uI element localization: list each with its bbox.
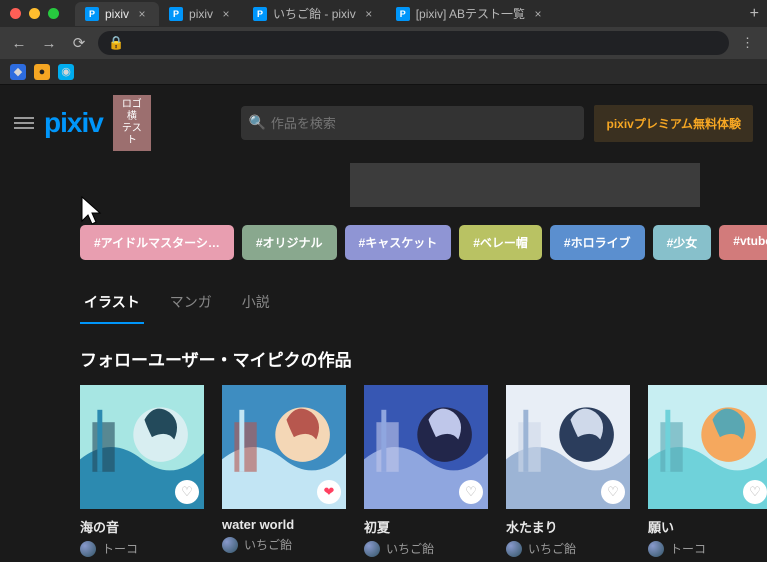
- tab-title: いちご飴 - pixiv: [273, 5, 356, 22]
- work-title[interactable]: 海の音: [80, 509, 204, 536]
- like-button[interactable]: ♡: [459, 480, 483, 504]
- content-tab[interactable]: マンガ: [166, 282, 216, 324]
- browser-chrome: Ppixiv × Ppixiv × P いちご飴 - pixiv × P [pixiv] ABテ…: [0, 0, 767, 85]
- close-tab-icon[interactable]: ×: [362, 7, 376, 21]
- maximize-window-icon[interactable]: [48, 8, 59, 19]
- content-tab[interactable]: イラスト: [80, 282, 144, 324]
- lock-icon: 🔒: [108, 35, 124, 51]
- hamburger-menu-button[interactable]: [14, 114, 34, 132]
- site-logo[interactable]: pixiv: [44, 107, 103, 139]
- favicon-icon: P: [169, 7, 183, 21]
- tag-pill[interactable]: #オリジナル: [242, 225, 337, 260]
- work-title[interactable]: water world: [222, 509, 346, 532]
- tab-title: pixiv: [105, 7, 129, 21]
- work-author[interactable]: トーコ: [648, 536, 767, 557]
- browser-tab[interactable]: Ppixiv ×: [75, 2, 159, 26]
- favicon-icon: P: [253, 7, 267, 21]
- work-thumbnail[interactable]: ❤: [222, 385, 346, 509]
- tag-pill[interactable]: #アイドルマスターシ…: [80, 225, 234, 260]
- like-button[interactable]: ♡: [601, 480, 625, 504]
- extension-icon[interactable]: ◉: [58, 64, 74, 80]
- work-card: ♡ 初夏 いちご飴: [364, 385, 488, 557]
- work-card: ♡ 海の音 トーコ: [80, 385, 204, 557]
- browser-tab[interactable]: P いちご飴 - pixiv ×: [243, 0, 386, 27]
- work-thumbnail[interactable]: ♡: [648, 385, 767, 509]
- work-author[interactable]: いちご飴: [222, 532, 346, 553]
- close-tab-icon[interactable]: ×: [219, 7, 233, 21]
- avatar-icon: [80, 541, 96, 557]
- browser-tab[interactable]: Ppixiv ×: [159, 2, 243, 26]
- tag-pill[interactable]: #vtuber: [719, 225, 767, 260]
- tab-title: pixiv: [189, 7, 213, 21]
- works-gallery: ♡ 海の音 トーコ ❤ water world いちご飴 ♡: [0, 385, 767, 557]
- work-title[interactable]: 初夏: [364, 509, 488, 536]
- tag-pill[interactable]: #キャスケット: [345, 225, 452, 260]
- close-tab-icon[interactable]: ×: [531, 7, 545, 21]
- like-button[interactable]: ❤: [317, 480, 341, 504]
- avatar-icon: [222, 537, 238, 553]
- browser-tab[interactable]: P [pixiv] ABテスト一覧 ×: [386, 0, 555, 27]
- toolbar: ← → ⟳ 🔒 ⋮: [0, 27, 767, 59]
- work-card: ❤ water world いちご飴: [222, 385, 346, 557]
- extension-icon[interactable]: ●: [34, 64, 50, 80]
- work-title[interactable]: 水たまり: [506, 509, 630, 536]
- tag-pill[interactable]: #少女: [653, 225, 712, 260]
- work-title[interactable]: 願い: [648, 509, 767, 536]
- like-button[interactable]: ♡: [175, 480, 199, 504]
- work-card: ♡ 願い トーコ: [648, 385, 767, 557]
- extensions-row: ◆ ● ◉: [0, 59, 767, 85]
- work-thumbnail[interactable]: ♡: [364, 385, 488, 509]
- avatar-icon: [648, 541, 664, 557]
- work-author[interactable]: いちご飴: [506, 536, 630, 557]
- search-input[interactable]: [241, 106, 585, 140]
- tag-pill[interactable]: #ベレー帽: [459, 225, 542, 260]
- content-tab[interactable]: 小説: [238, 282, 274, 324]
- work-card: ♡ 水たまり いちご飴: [506, 385, 630, 557]
- work-thumbnail[interactable]: ♡: [506, 385, 630, 509]
- window-controls: [0, 2, 69, 25]
- favicon-icon: P: [85, 7, 99, 21]
- minimize-window-icon[interactable]: [29, 8, 40, 19]
- section-title: フォローユーザー・マイピクの作品: [0, 324, 767, 385]
- forward-button[interactable]: →: [38, 35, 60, 52]
- browser-menu-button[interactable]: ⋮: [737, 35, 759, 51]
- author-name: いちご飴: [528, 540, 576, 557]
- tab-title: [pixiv] ABテスト一覧: [416, 5, 525, 22]
- logo-side-badge[interactable]: ロゴ横 テスト: [113, 95, 151, 151]
- close-window-icon[interactable]: [10, 8, 21, 19]
- avatar-icon: [364, 541, 380, 557]
- extension-icon[interactable]: ◆: [10, 64, 26, 80]
- tab-strip: Ppixiv × Ppixiv × P いちご飴 - pixiv × P [pixiv] ABテ…: [75, 0, 742, 27]
- page-header: pixiv ロゴ横 テスト 🔍 pixivプレミアム無料体験: [0, 85, 767, 157]
- avatar-icon: [506, 541, 522, 557]
- close-tab-icon[interactable]: ×: [135, 7, 149, 21]
- search-container: 🔍: [241, 106, 585, 140]
- author-name: トーコ: [670, 540, 706, 557]
- tag-pill[interactable]: #ホロライブ: [550, 225, 645, 260]
- url-bar[interactable]: 🔒: [98, 31, 729, 55]
- new-tab-button[interactable]: +: [742, 5, 767, 23]
- like-button[interactable]: ♡: [743, 480, 767, 504]
- work-author[interactable]: いちご飴: [364, 536, 488, 557]
- content-tabs: イラストマンガ小説: [0, 278, 767, 324]
- premium-cta-button[interactable]: pixivプレミアム無料体験: [594, 105, 753, 142]
- author-name: いちご飴: [386, 540, 434, 557]
- ad-placeholder: [350, 163, 700, 207]
- tag-list: #アイドルマスターシ…#オリジナル#キャスケット#ベレー帽#ホロライブ#少女#v…: [0, 207, 767, 278]
- reload-button[interactable]: ⟳: [68, 34, 90, 52]
- author-name: いちご飴: [244, 536, 292, 553]
- author-name: トーコ: [102, 540, 138, 557]
- back-button[interactable]: ←: [8, 35, 30, 52]
- work-thumbnail[interactable]: ♡: [80, 385, 204, 509]
- search-icon: 🔍: [249, 114, 266, 131]
- favicon-icon: P: [396, 7, 410, 21]
- work-author[interactable]: トーコ: [80, 536, 204, 557]
